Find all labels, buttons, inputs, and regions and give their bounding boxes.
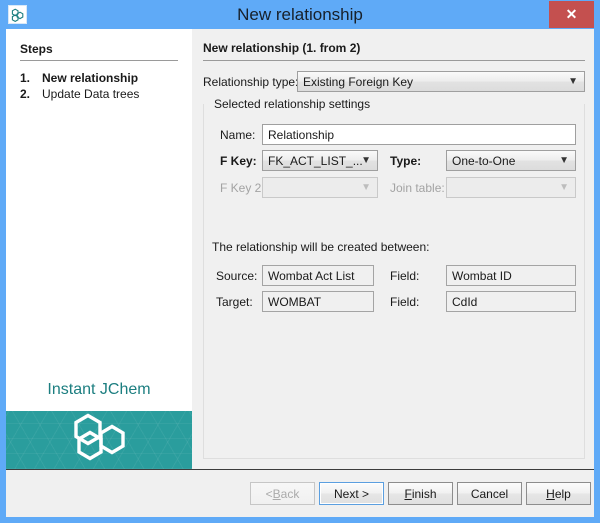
step-number: 2. (20, 87, 42, 101)
next-mnemonic: N (334, 487, 343, 501)
target-value: WOMBAT (268, 295, 321, 309)
chevron-down-icon: ▼ (559, 151, 569, 170)
fkey-label: F Key: (220, 154, 257, 168)
target-field: WOMBAT (262, 291, 374, 312)
next-suffix: ext > (343, 487, 369, 501)
relationship-note: The relationship will be created between… (212, 240, 429, 254)
title-bar: New relationship ✕ (0, 0, 600, 29)
target-label: Target: (216, 295, 253, 309)
step-number: 1. (20, 71, 42, 85)
chevron-down-icon: ▼ (568, 72, 578, 91)
type-label: Type: (390, 154, 421, 168)
button-bar: < Back Next > Finish Cancel Help (6, 470, 594, 517)
back-mnemonic: B (273, 487, 281, 501)
source-field: Wombat Act List (262, 265, 374, 286)
steps-heading: Steps (20, 42, 53, 56)
target-field-label: Field: (390, 295, 419, 309)
help-suffix: elp (555, 487, 571, 501)
back-prefix: < (266, 487, 273, 501)
source-value: Wombat Act List (268, 269, 354, 283)
target-field-value: CdId (452, 295, 477, 309)
step-label: Update Data trees (42, 87, 139, 101)
back-button[interactable]: < Back (250, 482, 315, 505)
content-panel: New relationship (1. from 2) Relationshi… (192, 29, 594, 469)
jointable-label: Join table: (390, 181, 445, 195)
source-field-label: Field: (390, 269, 419, 283)
finish-button[interactable]: Finish (388, 482, 453, 505)
next-button[interactable]: Next > (319, 482, 384, 505)
step-item-new-relationship: 1.New relationship (20, 71, 138, 85)
jchem-hexagon-logo-icon (68, 413, 130, 468)
brand-logo-panel (6, 411, 192, 469)
groupbox-legend: Selected relationship settings (211, 97, 373, 111)
cancel-suffix: ancel (479, 487, 508, 501)
close-button[interactable]: ✕ (549, 1, 594, 28)
type-value: One-to-One (452, 154, 515, 168)
relationship-type-combo[interactable]: Existing Foreign Key ▼ (297, 71, 585, 92)
help-mnemonic: H (546, 487, 555, 501)
window-title: New relationship (0, 0, 600, 29)
steps-panel: Steps 1.New relationship 2.Update Data t… (6, 29, 192, 469)
source-field-value: Wombat ID (452, 269, 512, 283)
chevron-down-icon: ▼ (361, 151, 371, 170)
brand-name: Instant JChem (6, 381, 192, 399)
finish-mnemonic: F (404, 487, 411, 501)
target-field-name: CdId (446, 291, 576, 312)
relationship-type-value: Existing Foreign Key (303, 75, 413, 89)
fkey2-label: F Key 2: (220, 181, 265, 195)
fkey-combo[interactable]: FK_ACT_LIST_... ▼ (262, 150, 378, 171)
back-suffix: ack (281, 487, 300, 501)
chevron-down-icon: ▼ (361, 178, 371, 197)
step-label: New relationship (42, 71, 138, 85)
name-value: Relationship (268, 128, 334, 142)
step-item-update-data-trees: 2.Update Data trees (20, 87, 139, 101)
relationship-type-label: Relationship type: (203, 75, 298, 89)
dialog-body: Steps 1.New relationship 2.Update Data t… (6, 29, 594, 517)
name-label: Name: (220, 128, 255, 142)
jointable-combo: ▼ (446, 177, 576, 198)
source-field-name: Wombat ID (446, 265, 576, 286)
source-label: Source: (216, 269, 257, 283)
help-button[interactable]: Help (526, 482, 591, 505)
type-combo[interactable]: One-to-One ▼ (446, 150, 576, 171)
new-relationship-dialog: New relationship ✕ Steps 1.New relations… (0, 0, 600, 523)
page-title: New relationship (1. from 2) (203, 41, 360, 55)
fkey-value: FK_ACT_LIST_... (268, 154, 363, 168)
finish-suffix: inish (412, 487, 437, 501)
chevron-down-icon: ▼ (559, 178, 569, 197)
cancel-mnemonic: C (471, 487, 480, 501)
fkey2-combo: ▼ (262, 177, 378, 198)
page-title-divider (203, 60, 585, 61)
cancel-button[interactable]: Cancel (457, 482, 522, 505)
name-input[interactable]: Relationship (262, 124, 576, 145)
steps-divider (20, 60, 178, 61)
